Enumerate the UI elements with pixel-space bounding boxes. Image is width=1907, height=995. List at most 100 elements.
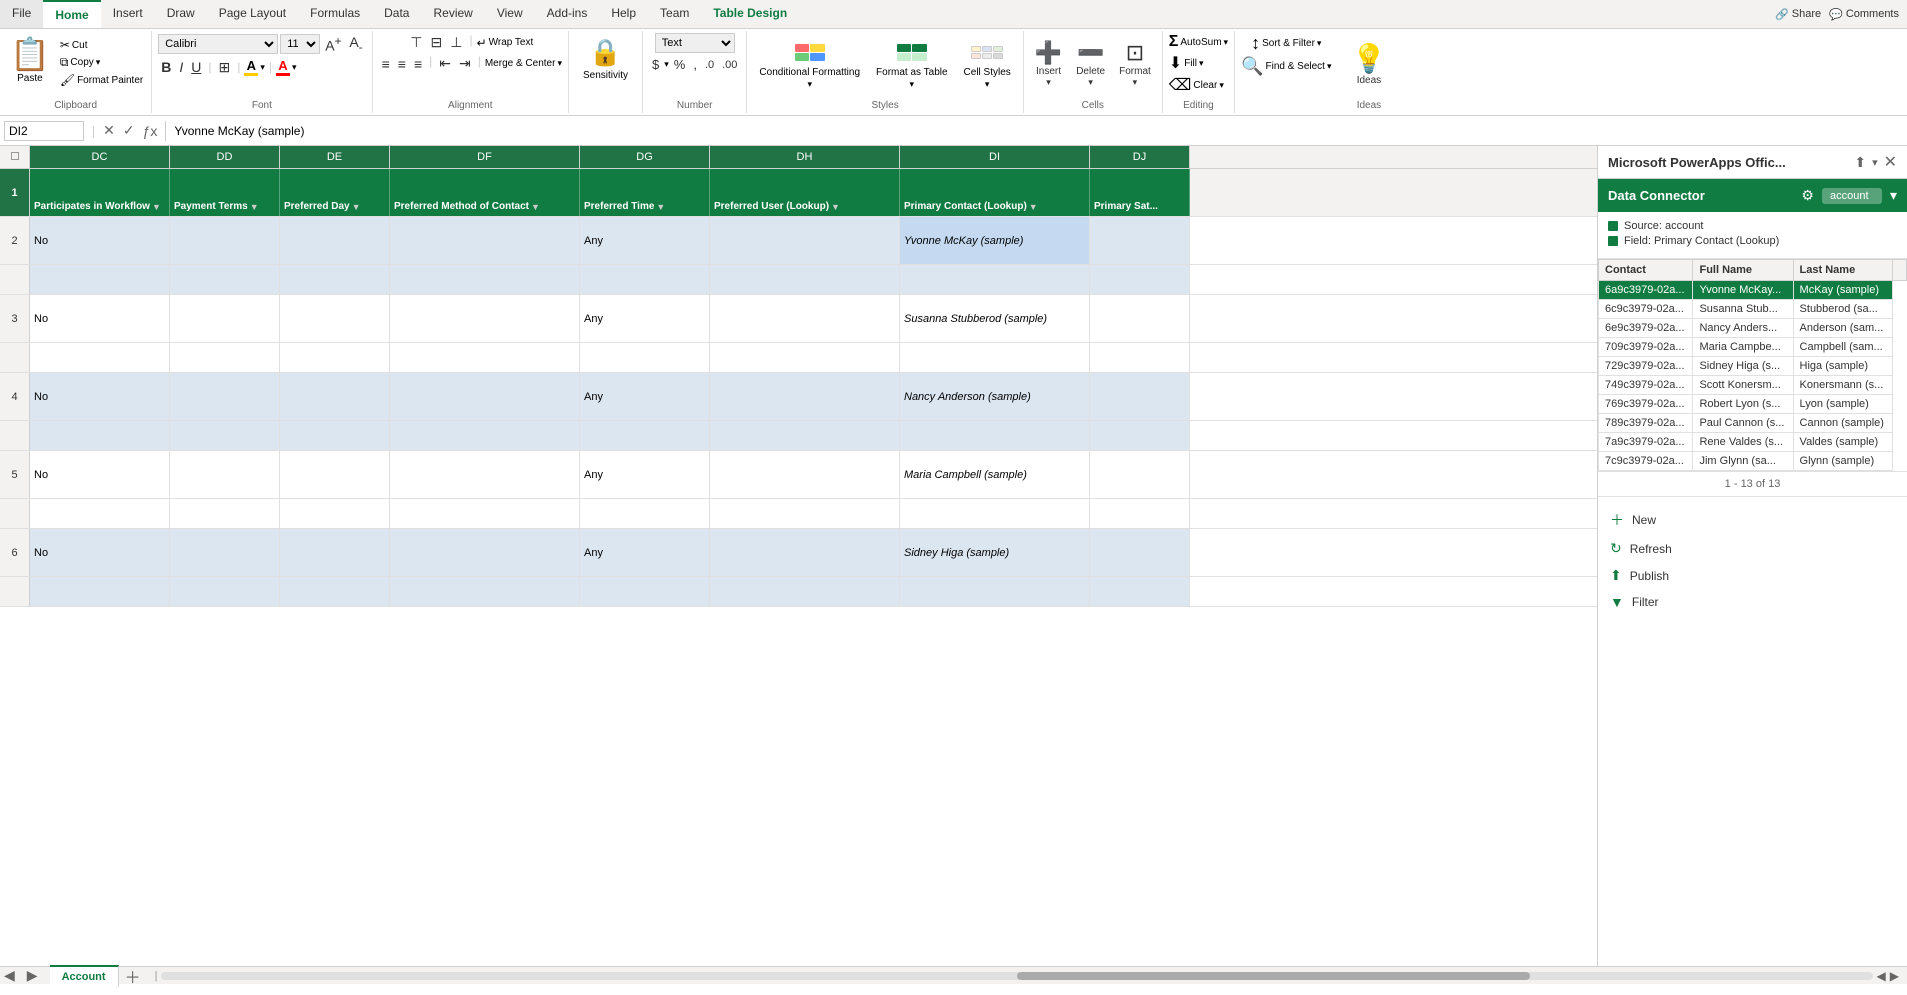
dc-account-button[interactable]: account xyxy=(1822,188,1882,204)
conditional-formatting-button[interactable]: Conditional Formatting ▾ xyxy=(753,35,866,94)
col-header-di[interactable]: DI xyxy=(900,146,1090,168)
tab-view[interactable]: View xyxy=(485,0,535,28)
header-cell-dh[interactable]: Preferred User (Lookup) ▼ xyxy=(710,169,900,216)
col-header-dd[interactable]: DD xyxy=(170,146,280,168)
publish-action[interactable]: ⬆ Publish xyxy=(1610,562,1895,589)
find-select-dropdown[interactable]: ▾ xyxy=(1327,61,1332,72)
cell-dg5[interactable]: Any xyxy=(580,451,710,498)
col-header-dj[interactable]: DJ xyxy=(1090,146,1190,168)
tab-file[interactable]: File xyxy=(0,0,43,28)
align-middle-button[interactable]: ⊟ xyxy=(428,33,446,52)
font-color-button[interactable]: A xyxy=(276,58,290,76)
header-cell-dd[interactable]: Payment Terms ▼ xyxy=(170,169,280,216)
copy-button[interactable]: ⧉ Copy ▾ xyxy=(58,54,145,71)
border-button[interactable]: ⊞ xyxy=(215,58,233,77)
panel-table-row[interactable]: 6e9c3979-02a... Nancy Anders... Anderson… xyxy=(1599,319,1907,338)
cell-de3[interactable] xyxy=(280,295,390,342)
confirm-formula-button[interactable]: ✓ xyxy=(119,120,139,141)
italic-button[interactable]: I xyxy=(176,58,186,76)
comments-button[interactable]: 💬 Comments xyxy=(1829,8,1899,21)
cell-dg3[interactable]: Any xyxy=(580,295,710,342)
cell-dg6[interactable]: Any xyxy=(580,529,710,576)
autosum-dropdown[interactable]: ▾ xyxy=(1224,37,1229,48)
panel-table-row[interactable]: 789c3979-02a... Paul Cannon (s... Cannon… xyxy=(1599,414,1907,433)
header-cell-dj[interactable]: Primary Sat... xyxy=(1090,169,1190,216)
cell-di3[interactable]: Susanna Stubberod (sample) xyxy=(900,295,1090,342)
cut-button[interactable]: ✂ Cut xyxy=(58,37,145,53)
format-painter-button[interactable]: 🖌 Format Painter xyxy=(58,72,145,88)
cell-di6[interactable]: Sidney Higa (sample) xyxy=(900,529,1090,576)
conditional-formatting-dropdown[interactable]: ▾ xyxy=(807,79,812,90)
cell-dc2[interactable]: No xyxy=(30,217,170,264)
side-panel-close-button[interactable]: ✕ xyxy=(1884,152,1897,172)
cell-dd3[interactable] xyxy=(170,295,280,342)
currency-dropdown[interactable]: ▾ xyxy=(664,59,669,70)
cell-df3[interactable] xyxy=(390,295,580,342)
cell-di2[interactable]: Yvonne McKay (sample) xyxy=(900,217,1090,264)
fill-button[interactable]: ⬇ Fill ▾ xyxy=(1169,53,1204,73)
cancel-formula-button[interactable]: ✕ xyxy=(99,120,119,141)
cell-dc3[interactable]: No xyxy=(30,295,170,342)
decimal-increase-button[interactable]: .00 xyxy=(719,58,740,72)
cell-dj2[interactable] xyxy=(1090,217,1190,264)
formula-input[interactable] xyxy=(170,122,1903,140)
underline-button[interactable]: U xyxy=(188,58,204,76)
tab-draw[interactable]: Draw xyxy=(155,0,207,28)
bold-button[interactable]: B xyxy=(158,58,174,76)
col-header-dh[interactable]: DH xyxy=(710,146,900,168)
tab-review[interactable]: Review xyxy=(421,0,484,28)
select-all-button[interactable] xyxy=(7,148,23,164)
delete-dropdown[interactable]: ▾ xyxy=(1088,77,1093,88)
clear-button[interactable]: ⌫ Clear ▾ xyxy=(1169,75,1224,95)
tab-addins[interactable]: Add-ins xyxy=(535,0,600,28)
paste-button[interactable]: 📋 Paste xyxy=(6,33,54,84)
delete-button[interactable]: ➖ Delete ▾ xyxy=(1071,37,1110,91)
insert-button[interactable]: ➕ Insert ▾ xyxy=(1030,37,1067,91)
font-increase-button[interactable]: A+ xyxy=(322,34,344,55)
align-right-button[interactable]: ≡ xyxy=(411,54,425,73)
cell-dg4[interactable]: Any xyxy=(580,373,710,420)
font-color-dropdown[interactable]: ▾ xyxy=(292,62,297,73)
sort-filter-button[interactable]: ↕ Sort & Filter ▾ xyxy=(1251,33,1321,54)
header-cell-df[interactable]: Preferred Method of Contact ▼ xyxy=(390,169,580,216)
fill-color-dropdown[interactable]: ▾ xyxy=(260,62,265,73)
cell-dh6[interactable] xyxy=(710,529,900,576)
panel-table-row[interactable]: 6a9c3979-02a... Yvonne McKay... McKay (s… xyxy=(1599,281,1907,300)
new-action[interactable]: ＋ New xyxy=(1610,505,1895,535)
wrap-text-button[interactable]: ↵ Wrap Text xyxy=(477,33,534,52)
sheet-next-button[interactable]: ▶ xyxy=(23,965,42,986)
tab-formulas[interactable]: Formulas xyxy=(298,0,372,28)
cell-df4[interactable] xyxy=(390,373,580,420)
panel-table-row[interactable]: 769c3979-02a... Robert Lyon (s... Lyon (… xyxy=(1599,395,1907,414)
fill-dropdown[interactable]: ▾ xyxy=(1199,58,1204,69)
filter-dg-icon[interactable]: ▼ xyxy=(656,202,665,212)
h-scroll-thumb[interactable] xyxy=(1017,972,1530,980)
panel-table-row[interactable]: 7a9c3979-02a... Rene Valdes (s... Valdes… xyxy=(1599,433,1907,452)
cell-dj4[interactable] xyxy=(1090,373,1190,420)
cell-dh2[interactable] xyxy=(710,217,900,264)
format-button[interactable]: ⊡ Format ▾ xyxy=(1114,37,1156,91)
header-cell-de[interactable]: Preferred Day ▼ xyxy=(280,169,390,216)
cell-dh5[interactable] xyxy=(710,451,900,498)
cell-df2[interactable] xyxy=(390,217,580,264)
tab-team[interactable]: Team xyxy=(648,0,701,28)
scroll-left-button[interactable]: ◀ xyxy=(1877,969,1886,983)
cell-dj6[interactable] xyxy=(1090,529,1190,576)
panel-table-row[interactable]: 7c9c3979-02a... Jim Glynn (sa... Glynn (… xyxy=(1599,452,1907,471)
filter-dd-icon[interactable]: ▼ xyxy=(250,202,259,212)
cell-dc6[interactable]: No xyxy=(30,529,170,576)
filter-dc-icon[interactable]: ▼ xyxy=(152,202,161,212)
find-select-button[interactable]: 🔍 Find & Select ▾ xyxy=(1241,56,1331,77)
cell-de2[interactable] xyxy=(280,217,390,264)
cell-di5[interactable]: Maria Campbell (sample) xyxy=(900,451,1090,498)
sort-filter-dropdown[interactable]: ▾ xyxy=(1317,38,1322,49)
cell-dj3[interactable] xyxy=(1090,295,1190,342)
side-panel-expand-button[interactable]: ⬆ xyxy=(1854,154,1866,171)
tab-help[interactable]: Help xyxy=(599,0,648,28)
font-family-select[interactable]: Calibri xyxy=(158,34,278,54)
copy-dropdown-icon[interactable]: ▾ xyxy=(96,57,101,68)
format-as-table-button[interactable]: Format as Table ▾ xyxy=(870,35,954,94)
col-header-df[interactable]: DF xyxy=(390,146,580,168)
cell-dj5[interactable] xyxy=(1090,451,1190,498)
sheet-prev-button[interactable]: ◀ xyxy=(0,965,19,986)
